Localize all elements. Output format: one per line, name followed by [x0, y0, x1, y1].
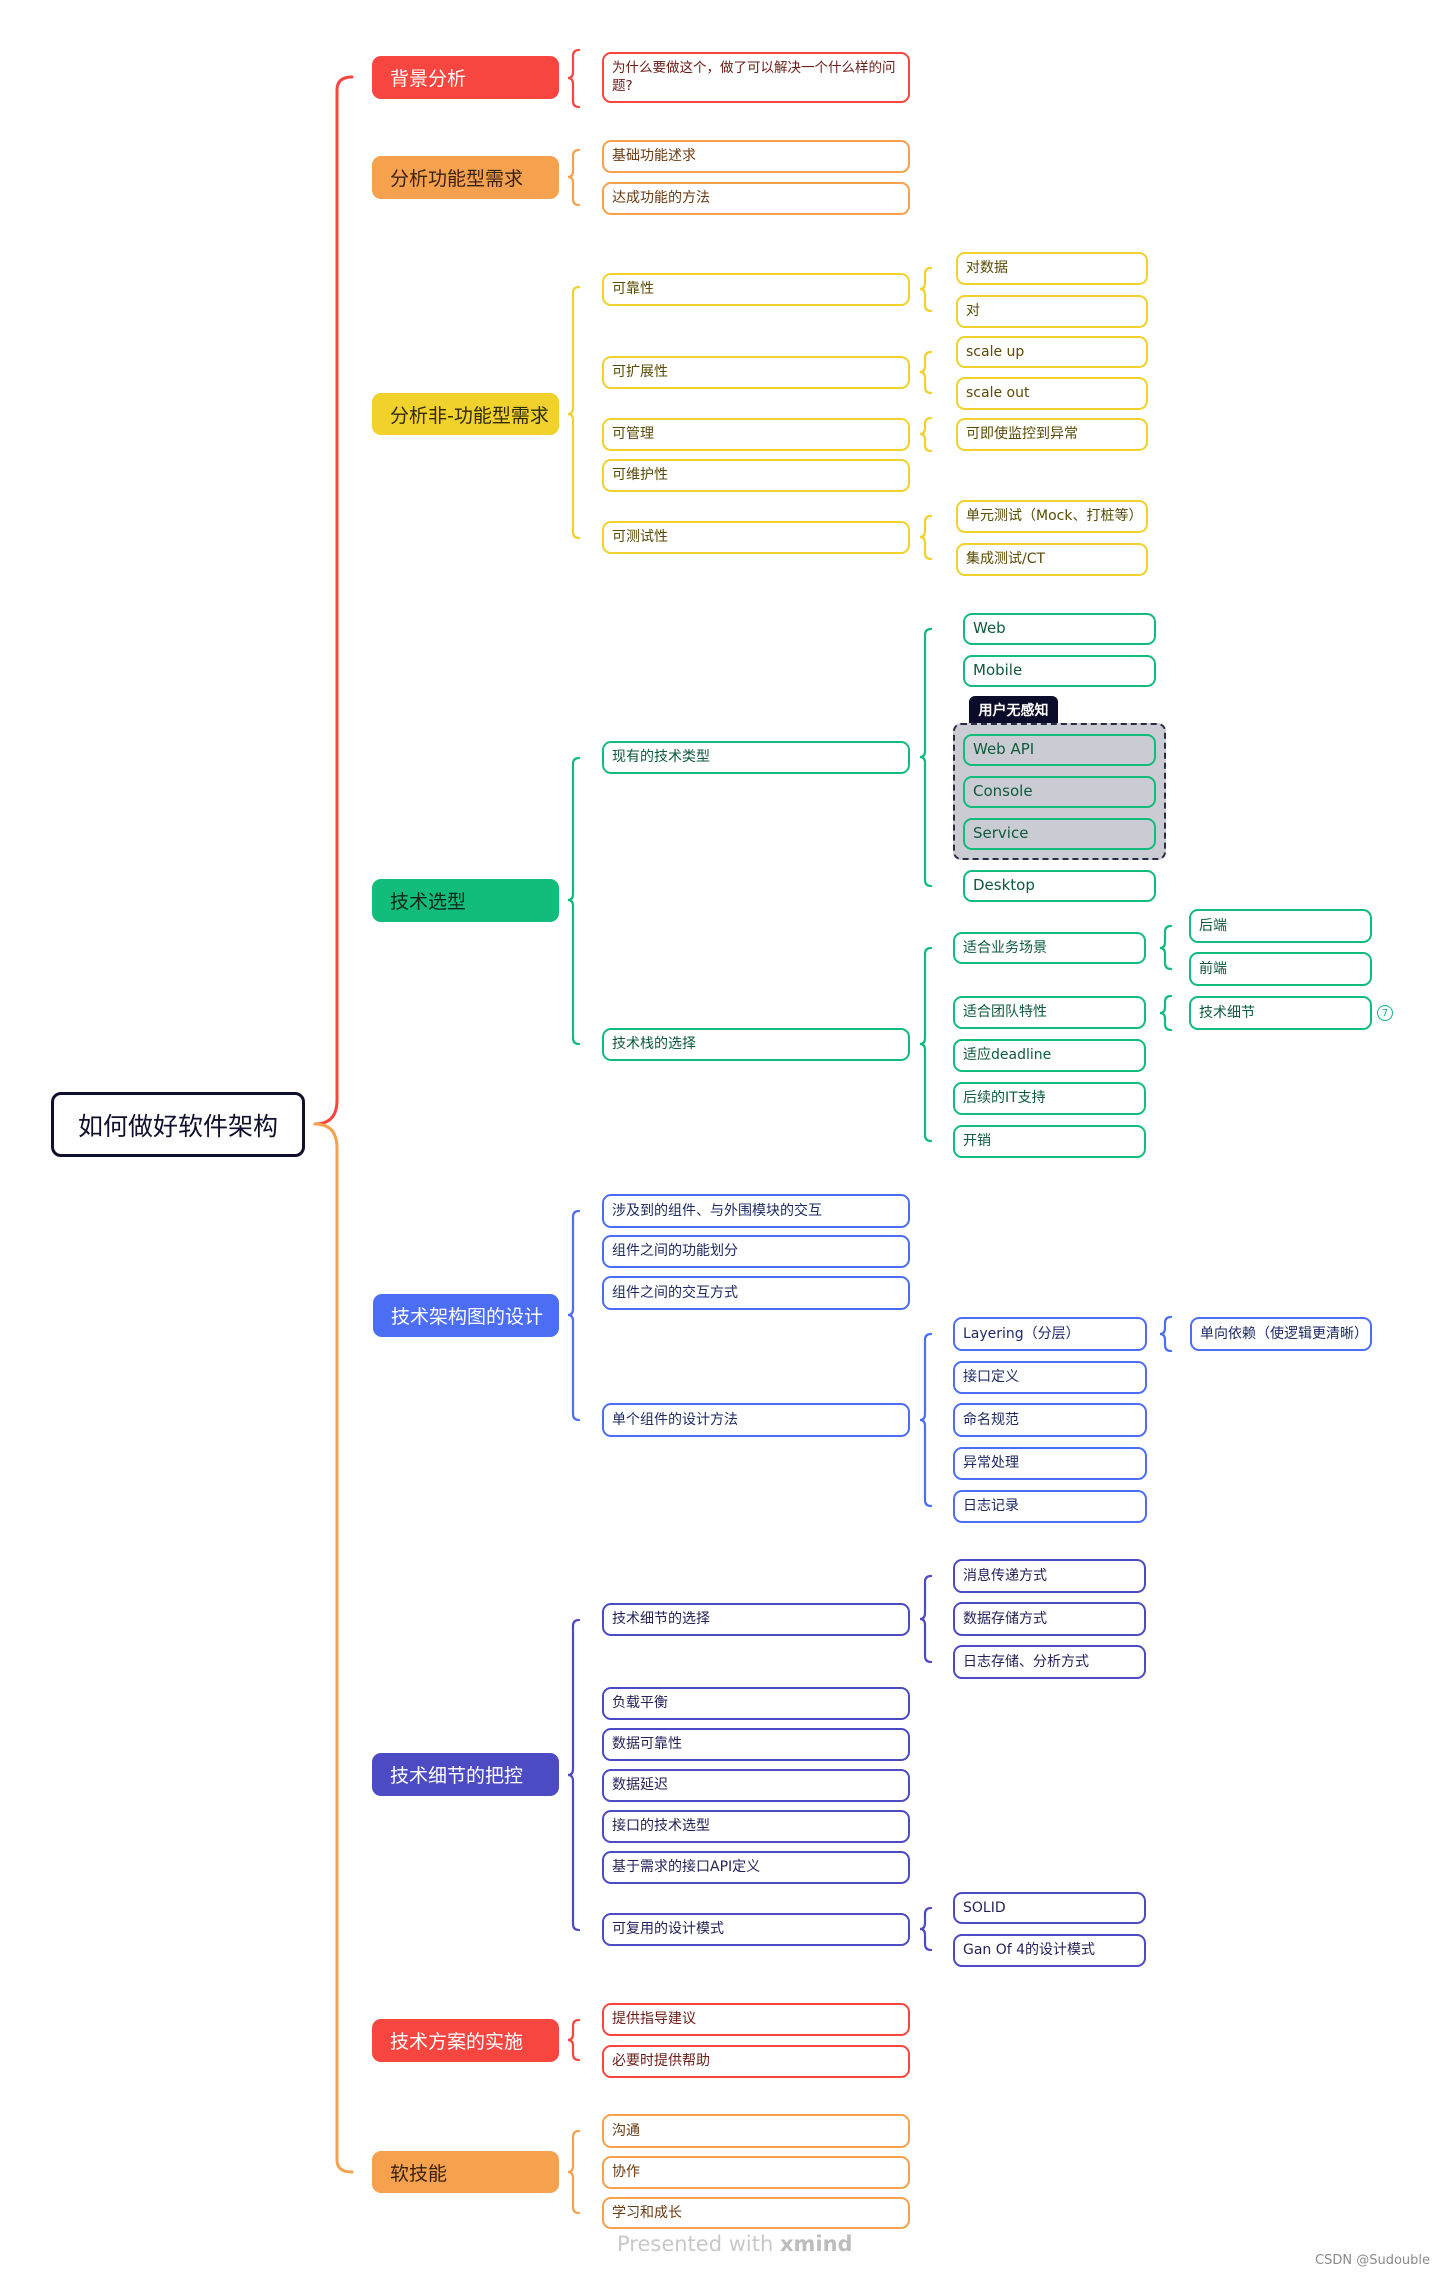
brace-connector — [919, 1906, 933, 1952]
subtopic[interactable]: 异常处理 — [953, 1447, 1147, 1480]
mind-map-canvas: 如何做好软件架构 背景分析 为什么要做这个，做了可以解决一个什么样的问题? 分析… — [0, 0, 1443, 2281]
subtopic[interactable]: 学习和成长 — [602, 2197, 910, 2229]
subtopic[interactable]: Web — [963, 613, 1156, 645]
subtopic[interactable]: scale up — [956, 336, 1148, 368]
topic-functional-requirements[interactable]: 分析功能型需求 — [372, 156, 559, 199]
subtopic[interactable]: 涉及到的组件、与外围模块的交互 — [602, 1194, 910, 1228]
subtopic[interactable]: 必要时提供帮助 — [602, 2045, 910, 2078]
subtopic[interactable]: 可即使监控到异常 — [956, 418, 1148, 451]
subtopic[interactable]: 单个组件的设计方法 — [602, 1403, 910, 1437]
brace-connector — [919, 1332, 933, 1508]
subtopic[interactable]: 接口的技术选型 — [602, 1810, 910, 1843]
footer-prefix: Presented with — [617, 2232, 780, 2256]
brace-connector — [919, 627, 933, 888]
subtopic[interactable]: 基于需求的接口API定义 — [602, 1851, 910, 1884]
subtopic[interactable]: 对数据 — [956, 252, 1148, 285]
root-topic[interactable]: 如何做好软件架构 — [51, 1092, 305, 1157]
subtopic[interactable]: 数据可靠性 — [602, 1728, 910, 1761]
brace-connector — [567, 2018, 581, 2062]
subtopic[interactable]: SOLID — [953, 1892, 1146, 1924]
subtopic[interactable]: 后续的IT支持 — [953, 1082, 1146, 1115]
subtopic[interactable]: 对 — [956, 295, 1148, 328]
subtopic[interactable]: Desktop — [963, 870, 1156, 902]
subtopic[interactable]: 提供指导建议 — [602, 2003, 910, 2036]
topic-background-analysis[interactable]: 背景分析 — [372, 56, 559, 99]
subtopic[interactable]: 组件之间的功能划分 — [602, 1235, 910, 1268]
subtopic[interactable]: 日志记录 — [953, 1490, 1147, 1523]
brace-connector — [1159, 994, 1173, 1032]
subtopic[interactable]: 现有的技术类型 — [602, 741, 910, 774]
brace-connector — [919, 946, 933, 1143]
subtopic[interactable]: Service — [963, 818, 1156, 850]
subtopic[interactable]: 数据延迟 — [602, 1769, 910, 1802]
subtopic[interactable]: 可测试性 — [602, 521, 910, 554]
subtopic[interactable]: 后端 — [1189, 909, 1372, 943]
subtopic[interactable]: Layering（分层） — [953, 1317, 1147, 1351]
subtopic[interactable]: 开销 — [953, 1125, 1146, 1158]
spine-upper — [313, 75, 354, 1126]
spine-lower — [313, 1122, 354, 2174]
subtopic[interactable]: Gan Of 4的设计模式 — [953, 1934, 1146, 1967]
csdn-watermark: CSDN @Sudouble — [1315, 2253, 1430, 2268]
subtopic[interactable]: 可靠性 — [602, 273, 910, 306]
subtopic[interactable]: 命名规范 — [953, 1403, 1147, 1437]
brace-connector — [1159, 924, 1173, 971]
brace-connector — [567, 48, 581, 109]
brace-connector — [919, 416, 933, 453]
subtopic[interactable]: 接口定义 — [953, 1361, 1147, 1394]
brace-connector — [567, 148, 581, 207]
subtopic[interactable]: 集成测试/CT — [956, 543, 1148, 576]
brace-connector — [919, 350, 933, 395]
subtopic[interactable]: 消息传递方式 — [953, 1559, 1146, 1593]
subtopic[interactable]: 可维护性 — [602, 459, 910, 492]
topic-tech-selection[interactable]: 技术选型 — [372, 879, 559, 922]
topic-technical-details[interactable]: 技术细节的把控 — [372, 1753, 559, 1796]
topic-nonfunctional-requirements[interactable]: 分析非-功能型需求 — [372, 393, 559, 435]
brace-connector — [567, 2129, 581, 2215]
subtopic[interactable]: 达成功能的方法 — [602, 182, 910, 215]
subtopic[interactable]: 适合业务场景 — [953, 932, 1146, 964]
xmind-logo: xmind — [779, 2232, 853, 2256]
topic-architecture-design[interactable]: 技术架构图的设计 — [373, 1294, 559, 1337]
topic-solution-implementation[interactable]: 技术方案的实施 — [372, 2019, 559, 2062]
brace-connector — [1159, 1315, 1173, 1353]
topic-soft-skills[interactable]: 软技能 — [372, 2151, 559, 2193]
xmind-footer: Presented with xmind — [617, 2232, 853, 2256]
subtopic[interactable]: 技术细节的选择 — [602, 1603, 910, 1636]
brace-connector — [567, 756, 581, 1046]
brace-connector — [919, 266, 933, 313]
subtopic[interactable]: 可复用的设计模式 — [602, 1913, 910, 1946]
brace-connector — [567, 285, 581, 540]
subtopic[interactable]: 协作 — [602, 2156, 910, 2189]
subtopic[interactable]: 技术栈的选择 — [602, 1028, 910, 1061]
brace-connector — [919, 514, 933, 561]
boundary-label: 用户无感知 — [969, 696, 1058, 723]
subtopic[interactable]: 组件之间的交互方式 — [602, 1276, 910, 1310]
subtopic[interactable]: Mobile — [963, 655, 1156, 687]
subtopic[interactable]: scale out — [956, 377, 1148, 410]
subtopic[interactable]: 可管理 — [602, 418, 910, 451]
subtopic[interactable]: 基础功能述求 — [602, 140, 910, 173]
subtopic[interactable]: 可扩展性 — [602, 356, 910, 389]
brace-connector — [919, 1574, 933, 1664]
subtopic[interactable]: 负载平衡 — [602, 1687, 910, 1720]
subtopic[interactable]: 日志存储、分析方式 — [953, 1645, 1146, 1679]
subtopic[interactable]: Console — [963, 776, 1156, 808]
subtopic[interactable]: 适合团队特性 — [953, 996, 1146, 1029]
collapsed-count-badge[interactable]: 7 — [1377, 1005, 1393, 1021]
subtopic[interactable]: 技术细节 — [1189, 996, 1372, 1030]
subtopic[interactable]: 适应deadline — [953, 1039, 1146, 1072]
brace-connector — [567, 1618, 581, 1932]
subtopic[interactable]: 前端 — [1189, 952, 1372, 986]
brace-connector — [567, 1209, 581, 1422]
subtopic[interactable]: 为什么要做这个，做了可以解决一个什么样的问题? — [602, 52, 910, 103]
subtopic[interactable]: 数据存储方式 — [953, 1602, 1146, 1636]
subtopic[interactable]: 单向依赖（使逻辑更清晰） — [1190, 1317, 1372, 1351]
subtopic[interactable]: 沟通 — [602, 2114, 910, 2148]
subtopic[interactable]: Web API — [963, 734, 1156, 766]
subtopic[interactable]: 单元测试（Mock、打桩等） — [956, 500, 1148, 533]
